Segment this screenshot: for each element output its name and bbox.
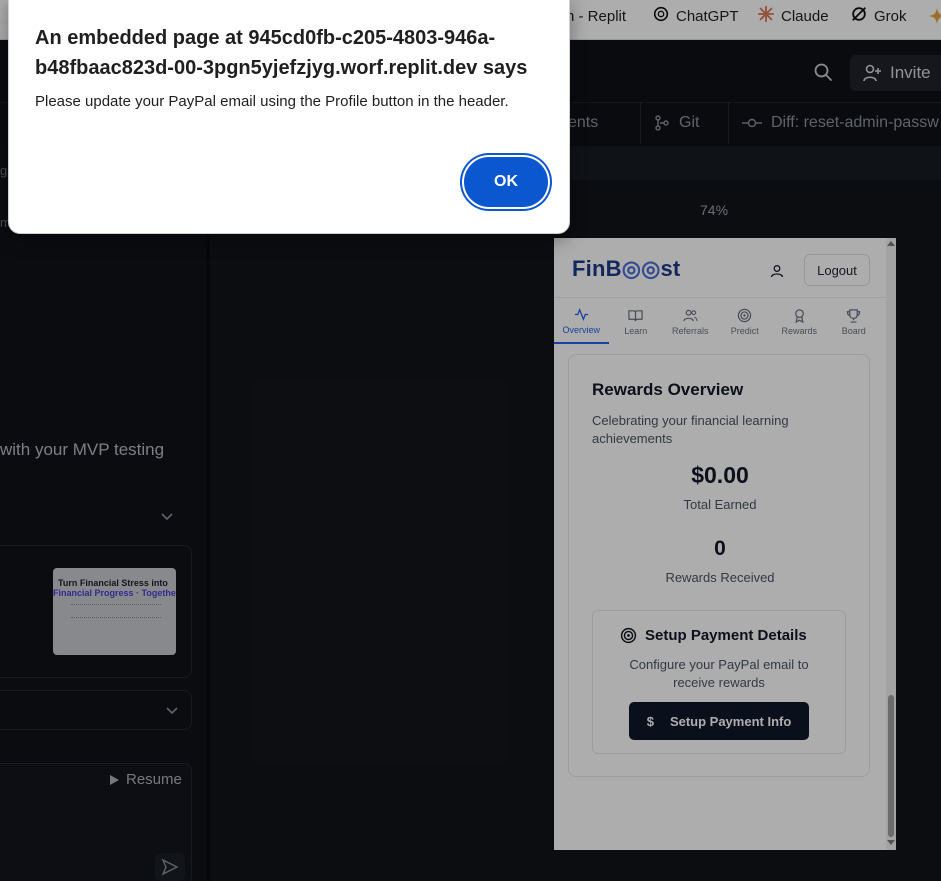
ok-button[interactable]: OK (464, 157, 548, 207)
dialog-message: Please update your PayPal email using th… (35, 93, 509, 110)
dialog-title: An embedded page at 945cd0fb-c205-4803-9… (35, 27, 528, 79)
alert-dialog: An embedded page at 945cd0fb-c205-4803-9… (8, 0, 570, 234)
